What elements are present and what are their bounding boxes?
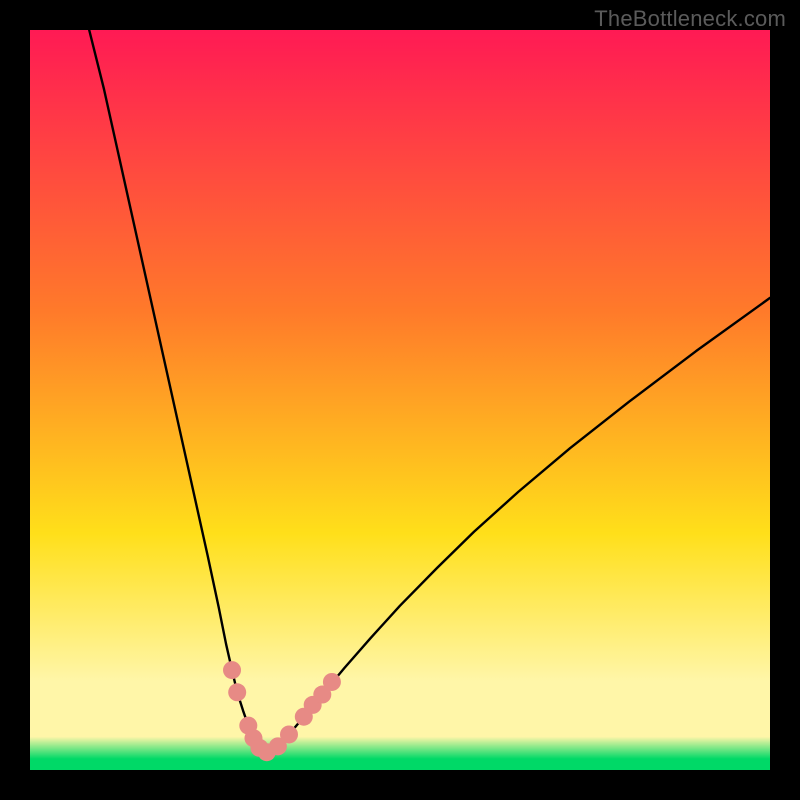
data-marker bbox=[223, 661, 241, 679]
data-marker bbox=[228, 683, 246, 701]
chart-frame: TheBottleneck.com bbox=[0, 0, 800, 800]
plot-area bbox=[30, 30, 770, 770]
data-marker bbox=[280, 725, 298, 743]
watermark-text: TheBottleneck.com bbox=[594, 6, 786, 32]
gradient-background bbox=[30, 30, 770, 770]
data-marker bbox=[323, 673, 341, 691]
chart-svg bbox=[30, 30, 770, 770]
